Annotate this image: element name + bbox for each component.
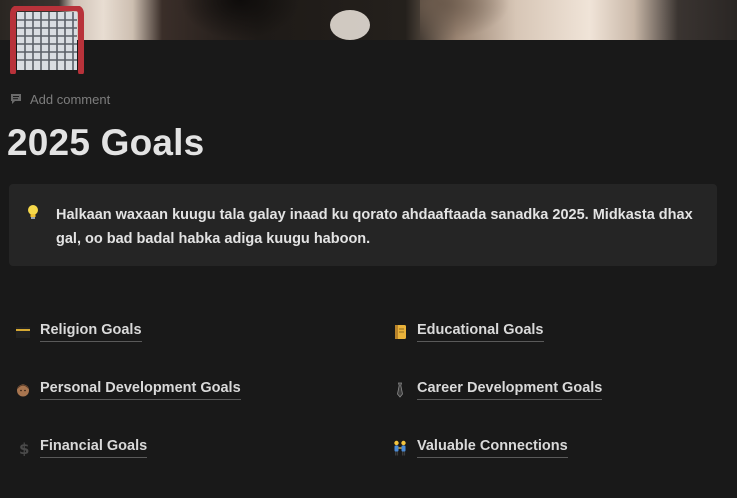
comment-icon (9, 92, 23, 106)
add-comment-label: Add comment (30, 91, 111, 107)
dollar-sign-icon: $ (15, 440, 31, 456)
link-valuable-connections[interactable]: Valuable Connections (392, 438, 568, 458)
link-religion-goals[interactable]: Religion Goals (15, 322, 142, 342)
page-title[interactable]: 2025 Goals (7, 122, 204, 164)
link-label: Valuable Connections (417, 438, 568, 458)
person-face-icon (15, 382, 31, 398)
necktie-icon (392, 382, 408, 398)
link-educational-goals[interactable]: Educational Goals (392, 322, 544, 342)
callout-block[interactable]: Halkaan waxaan kuugu tala galay inaad ku… (9, 184, 717, 266)
link-financial-goals[interactable]: $ Financial Goals (15, 438, 148, 458)
svg-text:$: $ (19, 440, 29, 456)
add-comment-button[interactable]: Add comment (9, 90, 110, 108)
link-label: Career Development Goals (417, 380, 603, 400)
notebook-icon (392, 324, 408, 340)
link-career-development-goals[interactable]: Career Development Goals (392, 380, 603, 400)
callout-text: Halkaan waxaan kuugu tala galay inaad ku… (56, 207, 693, 247)
goal-net-icon[interactable] (8, 5, 86, 75)
link-personal-development-goals[interactable]: Personal Development Goals (15, 380, 241, 400)
link-label: Educational Goals (417, 322, 544, 342)
link-label: Personal Development Goals (40, 380, 241, 400)
kaaba-icon (15, 324, 31, 340)
link-label: Financial Goals (40, 438, 148, 458)
people-holding-hands-icon (392, 440, 408, 456)
cover-image (0, 0, 737, 40)
link-label: Religion Goals (40, 322, 142, 342)
light-bulb-icon (26, 204, 40, 220)
